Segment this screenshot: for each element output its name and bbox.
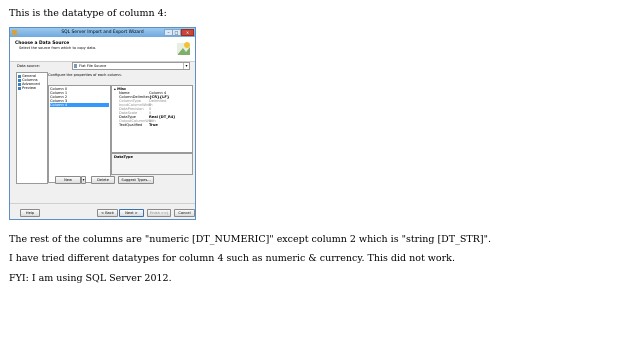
configure-label: Configure the properties of each column. [48,73,122,77]
property-row[interactable]: TextQualified True [112,123,192,127]
finish-button[interactable]: Finish >>| [147,209,171,217]
cancel-button[interactable]: Cancel [174,209,195,217]
title-bar: SQL Server Import and Export Wizard – □ … [10,28,195,37]
fyi-text: FYI: I am using SQL Server 2012. [9,273,172,284]
description-title: DataType [114,155,133,159]
intro-text: This is the datatype of column 4: [9,8,167,19]
data-source-select[interactable]: Flat File Source ▾ [72,62,190,70]
wizard-header: Choose a Data Source Select the source f… [10,37,195,62]
close-button[interactable]: × [181,29,194,36]
delete-button[interactable]: Delete [91,176,115,184]
new-button[interactable]: New [55,176,81,184]
help-button[interactable]: Help [20,209,40,217]
rest-columns-text: The rest of the columns are "numeric [DT… [9,234,491,245]
property-grid[interactable]: ▴ Misc Name Column 4 ColumnDelimiter {CR}{… [111,85,193,153]
back-button[interactable]: < Back [97,209,118,217]
nav-panel: General Columns Advanced Preview [16,72,48,184]
data-source-label: Data source: [17,64,40,68]
new-dropdown-button[interactable]: ▾ [81,176,86,184]
tried-text: I have tried different datatypes for col… [9,253,455,264]
maximize-button[interactable]: □ [172,29,181,36]
next-button[interactable]: Next > [119,209,144,217]
page-icon [18,86,21,90]
suggest-types-button[interactable]: Suggest Types... [118,176,154,184]
column-list[interactable]: Column 0 Column 1 Column 2 Column 3 Colu… [48,85,111,183]
page-subtitle: Select the source from which to copy dat… [19,46,97,50]
wizard-screenshot: SQL Server Import and Export Wizard – □ … [9,27,196,220]
property-description: DataType [111,153,193,175]
chevron-down-icon[interactable]: ▾ [183,63,189,69]
data-source-value: Flat File Source [79,63,107,68]
list-item-selected[interactable]: Column 4 [50,103,109,107]
flat-file-icon [74,64,77,68]
nav-item-preview[interactable]: Preview [18,86,36,90]
wizard-graphic-icon [177,42,190,55]
